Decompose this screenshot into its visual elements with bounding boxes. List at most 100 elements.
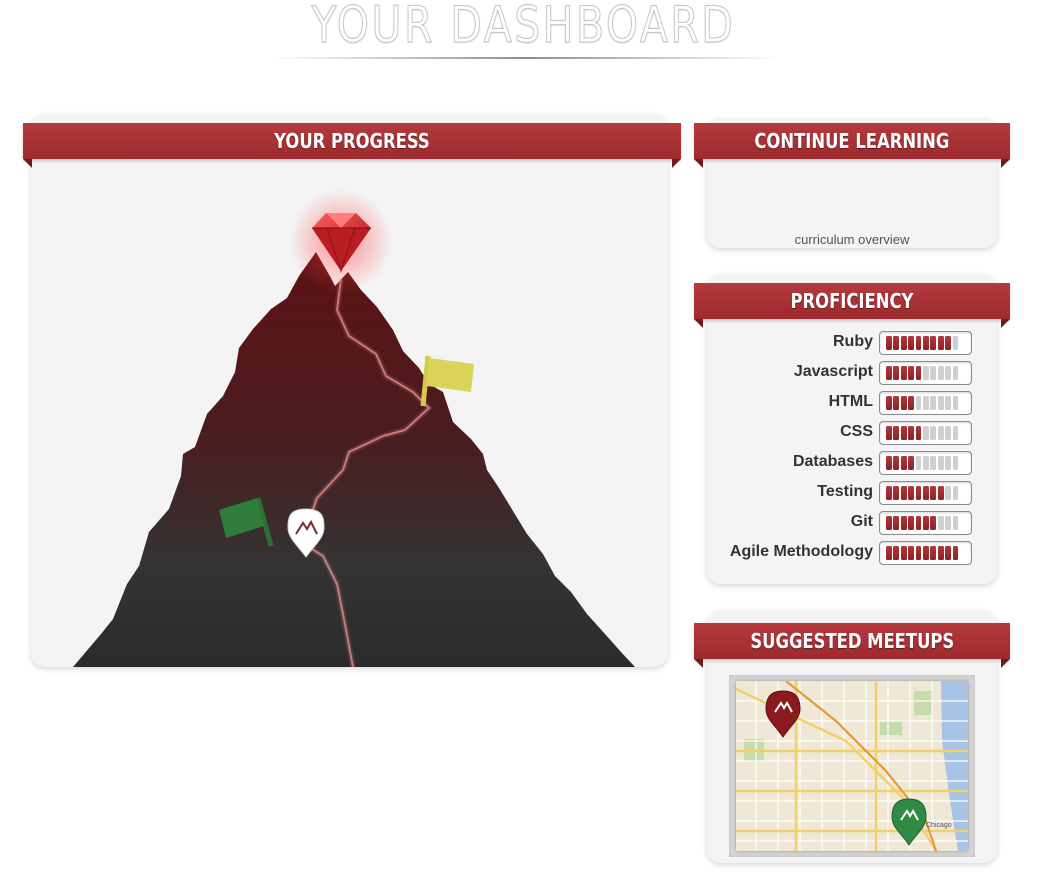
- meter-segment: [886, 516, 892, 530]
- meter-segment: [922, 426, 929, 440]
- ribbon-fold: [694, 319, 703, 328]
- ribbon-fold: [1001, 319, 1010, 328]
- meter-segment: [915, 426, 922, 440]
- meter-segment: [900, 546, 907, 560]
- meter-segment: [886, 336, 892, 350]
- meter-segment: [930, 366, 937, 380]
- meter-segment: [945, 546, 951, 560]
- proficiency-panel: Ruby Javascript HTML CSS Databases Testing Git…: [707, 274, 997, 584]
- ribbon-fold: [1001, 659, 1010, 668]
- ribbon-fold: [694, 659, 703, 668]
- curriculum-overview-link[interactable]: curriculum overview: [707, 232, 997, 247]
- skill-name: Testing: [817, 483, 873, 500]
- meter-segment: [908, 336, 914, 350]
- meter-segment: [945, 336, 951, 350]
- meter-segment: [908, 486, 914, 500]
- meter-segment: [945, 366, 951, 380]
- meter-segment: [945, 426, 951, 440]
- ribbon-fold: [694, 159, 703, 168]
- meter-segment: [900, 456, 907, 470]
- skill-name: HTML: [828, 393, 873, 410]
- meter-segment: [930, 516, 937, 530]
- meter-segment: [930, 396, 937, 410]
- mountain-shape: [73, 252, 635, 667]
- meter-segment: [915, 456, 922, 470]
- progress-mountain: [73, 189, 635, 667]
- meter-segment: [893, 516, 900, 530]
- meter-segment: [900, 396, 907, 410]
- meter-segment: [886, 546, 892, 560]
- meter-segment: [893, 336, 900, 350]
- ribbon-fold: [672, 159, 681, 168]
- map-city-label: Chicago: [926, 822, 952, 829]
- meter-segment: [930, 546, 937, 560]
- meter-segment: [915, 546, 922, 560]
- meter-segment: [952, 546, 959, 560]
- skill-meter: [879, 481, 972, 505]
- meter-segment: [922, 336, 929, 350]
- meter-segment: [945, 486, 951, 500]
- skill-row: CSS: [707, 421, 997, 445]
- meter-segment: [915, 336, 922, 350]
- progress-panel: [31, 114, 668, 667]
- meter-segment: [945, 456, 951, 470]
- skill-name: Databases: [792, 453, 873, 470]
- continue-learning-header: CONTINUE LEARNING: [694, 123, 1010, 159]
- meter-segment: [900, 366, 907, 380]
- meter-segment: [886, 366, 892, 380]
- meter-segment: [886, 426, 892, 440]
- meter-segment: [908, 366, 914, 380]
- meter-segment: [922, 486, 929, 500]
- map-frame: Chicago: [729, 675, 975, 857]
- meter-segment: [893, 546, 900, 560]
- skill-row: Git: [707, 511, 997, 535]
- meter-segment: [908, 396, 914, 410]
- meter-segment: [952, 366, 959, 380]
- meter-segment: [886, 456, 892, 470]
- meter-segment: [937, 426, 944, 440]
- skill-meter: [879, 451, 972, 475]
- meter-segment: [915, 396, 922, 410]
- skill-row: HTML: [707, 391, 997, 415]
- meter-segment: [900, 336, 907, 350]
- meter-segment: [915, 486, 922, 500]
- meter-segment: [930, 336, 937, 350]
- meter-segment: [945, 516, 951, 530]
- page-title: YOUR DASHBOARD: [311, 0, 736, 55]
- meter-segment: [900, 516, 907, 530]
- meter-segment: [952, 486, 959, 500]
- meter-segment: [952, 336, 959, 350]
- progress-header: YOUR PROGRESS: [23, 123, 681, 159]
- meter-segment: [937, 366, 944, 380]
- skill-meter: [879, 421, 972, 445]
- ribbon-fold: [1001, 159, 1010, 168]
- skill-meter: [879, 391, 972, 415]
- meter-segment: [900, 426, 907, 440]
- meter-segment: [922, 396, 929, 410]
- meter-segment: [893, 366, 900, 380]
- skill-row: Ruby: [707, 331, 997, 355]
- meetup-map[interactable]: Chicago: [736, 681, 968, 851]
- skill-meter: [879, 331, 972, 355]
- skill-meter: [879, 541, 972, 565]
- skill-meter: [879, 361, 972, 385]
- skill-name: Git: [850, 513, 873, 530]
- skill-row: Agile Methodology: [707, 541, 997, 565]
- meter-segment: [900, 486, 907, 500]
- meter-segment: [886, 486, 892, 500]
- skill-row: Databases: [707, 451, 997, 475]
- meter-segment: [937, 396, 944, 410]
- skill-meter: [879, 511, 972, 535]
- meter-segment: [952, 396, 959, 410]
- meter-segment: [893, 426, 900, 440]
- meter-segment: [893, 456, 900, 470]
- title-divider: [272, 57, 780, 59]
- meter-segment: [908, 456, 914, 470]
- meter-segment: [908, 546, 914, 560]
- meter-segment: [886, 396, 892, 410]
- meter-segment: [952, 456, 959, 470]
- meter-segment: [922, 456, 929, 470]
- skill-name: Agile Methodology: [729, 543, 873, 560]
- meter-segment: [930, 426, 937, 440]
- meter-segment: [915, 366, 922, 380]
